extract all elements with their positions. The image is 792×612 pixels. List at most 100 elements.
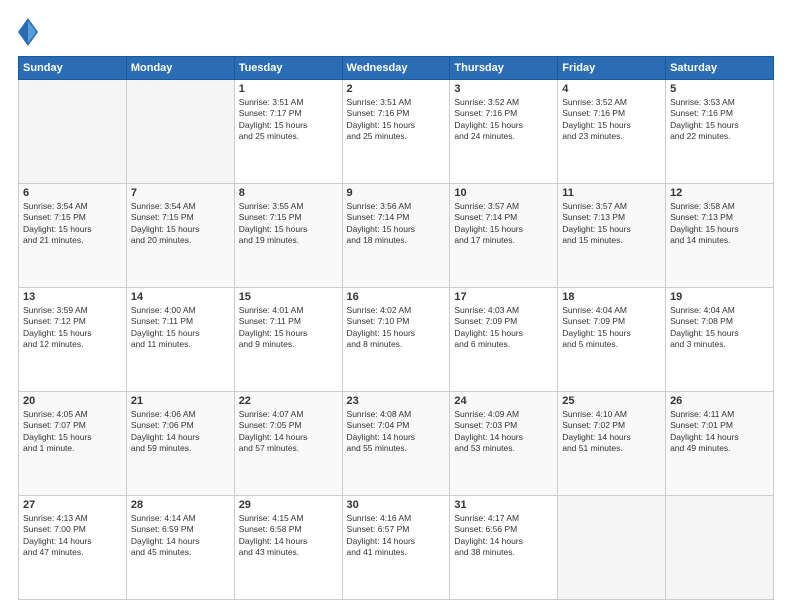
day-info: Sunrise: 3:55 AM Sunset: 7:15 PM Dayligh… bbox=[239, 201, 338, 247]
calendar-col-header: Sunday bbox=[19, 57, 127, 80]
day-info: Sunrise: 3:52 AM Sunset: 7:16 PM Dayligh… bbox=[454, 97, 553, 143]
calendar-day-cell: 31 Sunrise: 4:17 AM Sunset: 6:56 PM Dayli… bbox=[450, 496, 558, 600]
calendar-day-cell: 14Sunrise: 4:00 AM Sunset: 7:11 PM Dayli… bbox=[126, 288, 234, 392]
day-info: Sunrise: 3:51 AM Sunset: 7:16 PM Dayligh… bbox=[347, 97, 446, 143]
day-number: 15 bbox=[239, 291, 338, 303]
calendar-day-cell: 2 Sunrise: 3:51 AM Sunset: 7:16 PM Daylig… bbox=[342, 80, 450, 184]
day-number: 8 bbox=[239, 187, 338, 199]
day-info: Sunrise: 4:02 AM Sunset: 7:10 PM Dayligh… bbox=[347, 305, 446, 351]
day-info: Sunrise: 4:03 AM Sunset: 7:09 PM Dayligh… bbox=[454, 305, 553, 351]
calendar-day-cell bbox=[19, 80, 127, 184]
calendar-col-header: Wednesday bbox=[342, 57, 450, 80]
day-info: Sunrise: 4:05 AM Sunset: 7:07 PM Dayligh… bbox=[23, 409, 122, 455]
calendar-day-cell: 30 Sunrise: 4:16 AM Sunset: 6:57 PM Dayli… bbox=[342, 496, 450, 600]
logo bbox=[18, 18, 41, 46]
day-number: 26 bbox=[670, 395, 769, 407]
day-number: 18 bbox=[562, 291, 661, 303]
day-info: Sunrise: 3:56 AM Sunset: 7:14 PM Dayligh… bbox=[347, 201, 446, 247]
calendar-day-cell bbox=[558, 496, 666, 600]
day-info: Sunrise: 4:07 AM Sunset: 7:05 PM Dayligh… bbox=[239, 409, 338, 455]
day-info: Sunrise: 4:04 AM Sunset: 7:08 PM Dayligh… bbox=[670, 305, 769, 351]
day-number: 1 bbox=[239, 83, 338, 95]
day-info: Sunrise: 3:59 AM Sunset: 7:12 PM Dayligh… bbox=[23, 305, 122, 351]
day-info: Sunrise: 4:15 AM Sunset: 6:58 PM Dayligh… bbox=[239, 513, 338, 559]
day-info: Sunrise: 4:06 AM Sunset: 7:06 PM Dayligh… bbox=[131, 409, 230, 455]
day-info: Sunrise: 3:57 AM Sunset: 7:13 PM Dayligh… bbox=[562, 201, 661, 247]
day-number: 29 bbox=[239, 499, 338, 511]
calendar-day-cell: 4 Sunrise: 3:52 AM Sunset: 7:16 PM Daylig… bbox=[558, 80, 666, 184]
calendar-day-cell: 5Sunrise: 3:53 AM Sunset: 7:16 PM Daylig… bbox=[666, 80, 774, 184]
calendar-day-cell: 24 Sunrise: 4:09 AM Sunset: 7:03 PM Dayli… bbox=[450, 392, 558, 496]
day-number: 30 bbox=[347, 499, 446, 511]
day-info: Sunrise: 3:54 AM Sunset: 7:15 PM Dayligh… bbox=[23, 201, 122, 247]
calendar-day-cell: 25 Sunrise: 4:10 AM Sunset: 7:02 PM Dayli… bbox=[558, 392, 666, 496]
day-info: Sunrise: 4:11 AM Sunset: 7:01 PM Dayligh… bbox=[670, 409, 769, 455]
calendar-day-cell: 28Sunrise: 4:14 AM Sunset: 6:59 PM Dayli… bbox=[126, 496, 234, 600]
calendar-day-cell: 8 Sunrise: 3:55 AM Sunset: 7:15 PM Daylig… bbox=[234, 184, 342, 288]
day-info: Sunrise: 4:01 AM Sunset: 7:11 PM Dayligh… bbox=[239, 305, 338, 351]
calendar-week-row: 20 Sunrise: 4:05 AM Sunset: 7:07 PM Dayli… bbox=[19, 392, 774, 496]
calendar-day-cell: 6Sunrise: 3:54 AM Sunset: 7:15 PM Daylig… bbox=[19, 184, 127, 288]
calendar-day-cell: 17 Sunrise: 4:03 AM Sunset: 7:09 PM Dayli… bbox=[450, 288, 558, 392]
calendar-day-cell: 1Sunrise: 3:51 AM Sunset: 7:17 PM Daylig… bbox=[234, 80, 342, 184]
day-number: 19 bbox=[670, 291, 769, 303]
calendar-col-header: Tuesday bbox=[234, 57, 342, 80]
day-info: Sunrise: 3:52 AM Sunset: 7:16 PM Dayligh… bbox=[562, 97, 661, 143]
day-info: Sunrise: 4:16 AM Sunset: 6:57 PM Dayligh… bbox=[347, 513, 446, 559]
day-info: Sunrise: 3:54 AM Sunset: 7:15 PM Dayligh… bbox=[131, 201, 230, 247]
calendar-col-header: Monday bbox=[126, 57, 234, 80]
calendar-day-cell: 7 Sunrise: 3:54 AM Sunset: 7:15 PM Daylig… bbox=[126, 184, 234, 288]
day-info: Sunrise: 4:10 AM Sunset: 7:02 PM Dayligh… bbox=[562, 409, 661, 455]
calendar-day-cell: 26 Sunrise: 4:11 AM Sunset: 7:01 PM Dayli… bbox=[666, 392, 774, 496]
day-number: 20 bbox=[23, 395, 122, 407]
day-number: 17 bbox=[454, 291, 553, 303]
calendar-day-cell: 21 Sunrise: 4:06 AM Sunset: 7:06 PM Dayli… bbox=[126, 392, 234, 496]
day-number: 12 bbox=[670, 187, 769, 199]
day-number: 16 bbox=[347, 291, 446, 303]
calendar-day-cell: 22 Sunrise: 4:07 AM Sunset: 7:05 PM Dayli… bbox=[234, 392, 342, 496]
header bbox=[18, 18, 774, 46]
calendar-day-cell: 11 Sunrise: 3:57 AM Sunset: 7:13 PM Dayli… bbox=[558, 184, 666, 288]
calendar-header-row: SundayMondayTuesdayWednesdayThursdayFrid… bbox=[19, 57, 774, 80]
day-number: 10 bbox=[454, 187, 553, 199]
calendar-day-cell: 9Sunrise: 3:56 AM Sunset: 7:14 PM Daylig… bbox=[342, 184, 450, 288]
calendar-day-cell bbox=[666, 496, 774, 600]
calendar-day-cell: 15 Sunrise: 4:01 AM Sunset: 7:11 PM Dayli… bbox=[234, 288, 342, 392]
calendar-day-cell: 27Sunrise: 4:13 AM Sunset: 7:00 PM Dayli… bbox=[19, 496, 127, 600]
day-number: 2 bbox=[347, 83, 446, 95]
day-number: 31 bbox=[454, 499, 553, 511]
calendar-day-cell: 18Sunrise: 4:04 AM Sunset: 7:09 PM Dayli… bbox=[558, 288, 666, 392]
day-number: 3 bbox=[454, 83, 553, 95]
calendar-day-cell: 10 Sunrise: 3:57 AM Sunset: 7:14 PM Dayli… bbox=[450, 184, 558, 288]
page: SundayMondayTuesdayWednesdayThursdayFrid… bbox=[0, 0, 792, 612]
calendar-week-row: 27Sunrise: 4:13 AM Sunset: 7:00 PM Dayli… bbox=[19, 496, 774, 600]
calendar-week-row: 6Sunrise: 3:54 AM Sunset: 7:15 PM Daylig… bbox=[19, 184, 774, 288]
day-info: Sunrise: 4:17 AM Sunset: 6:56 PM Dayligh… bbox=[454, 513, 553, 559]
day-number: 28 bbox=[131, 499, 230, 511]
calendar-day-cell: 20 Sunrise: 4:05 AM Sunset: 7:07 PM Dayli… bbox=[19, 392, 127, 496]
day-number: 11 bbox=[562, 187, 661, 199]
calendar-table: SundayMondayTuesdayWednesdayThursdayFrid… bbox=[18, 56, 774, 600]
calendar-col-header: Thursday bbox=[450, 57, 558, 80]
calendar-day-cell: 29 Sunrise: 4:15 AM Sunset: 6:58 PM Dayli… bbox=[234, 496, 342, 600]
day-number: 4 bbox=[562, 83, 661, 95]
calendar-day-cell bbox=[126, 80, 234, 184]
day-number: 22 bbox=[239, 395, 338, 407]
day-info: Sunrise: 4:00 AM Sunset: 7:11 PM Dayligh… bbox=[131, 305, 230, 351]
day-number: 24 bbox=[454, 395, 553, 407]
day-info: Sunrise: 3:58 AM Sunset: 7:13 PM Dayligh… bbox=[670, 201, 769, 247]
calendar-day-cell: 12 Sunrise: 3:58 AM Sunset: 7:13 PM Dayli… bbox=[666, 184, 774, 288]
day-info: Sunrise: 4:09 AM Sunset: 7:03 PM Dayligh… bbox=[454, 409, 553, 455]
calendar-week-row: 13 Sunrise: 3:59 AM Sunset: 7:12 PM Dayli… bbox=[19, 288, 774, 392]
day-number: 7 bbox=[131, 187, 230, 199]
calendar-week-row: 1Sunrise: 3:51 AM Sunset: 7:17 PM Daylig… bbox=[19, 80, 774, 184]
calendar-day-cell: 3 Sunrise: 3:52 AM Sunset: 7:16 PM Daylig… bbox=[450, 80, 558, 184]
day-number: 13 bbox=[23, 291, 122, 303]
day-info: Sunrise: 4:08 AM Sunset: 7:04 PM Dayligh… bbox=[347, 409, 446, 455]
calendar-day-cell: 13 Sunrise: 3:59 AM Sunset: 7:12 PM Dayli… bbox=[19, 288, 127, 392]
day-number: 27 bbox=[23, 499, 122, 511]
day-info: Sunrise: 3:57 AM Sunset: 7:14 PM Dayligh… bbox=[454, 201, 553, 247]
day-number: 21 bbox=[131, 395, 230, 407]
day-number: 5 bbox=[670, 83, 769, 95]
day-number: 25 bbox=[562, 395, 661, 407]
